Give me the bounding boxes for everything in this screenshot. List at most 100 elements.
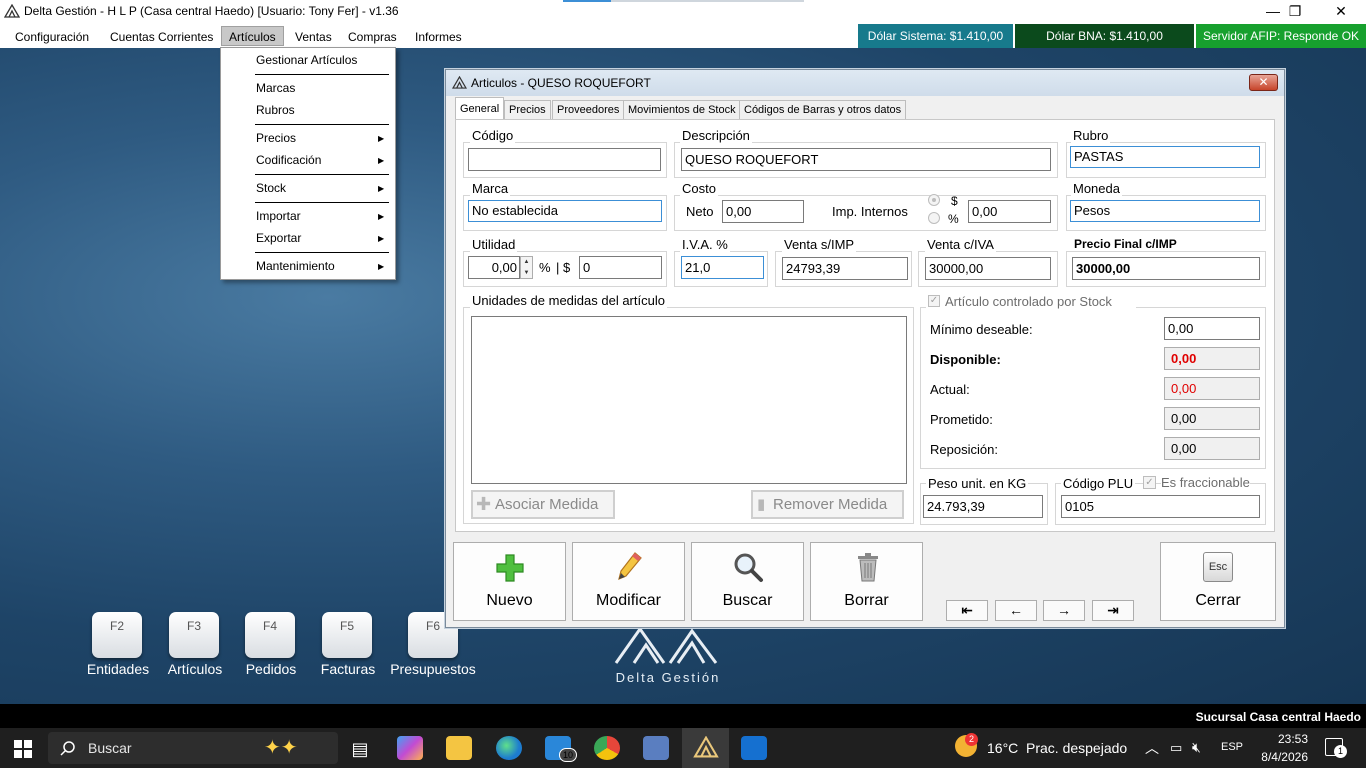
taskbar-search-box[interactable]: Buscar ✦✦ — [48, 732, 338, 764]
next-record-button[interactable]: → — [1043, 600, 1085, 621]
clock-date[interactable]: 8/4/2026 — [1245, 750, 1308, 764]
articulo-window-close-button[interactable]: ✕ — [1249, 74, 1278, 91]
menu-marcas[interactable]: Marcas — [256, 81, 295, 95]
search-icon — [60, 741, 75, 756]
imp-internos-input[interactable]: 0,00 — [968, 200, 1051, 223]
tab-proveedores[interactable]: Proveedores — [552, 100, 625, 119]
presupuestos-shortcut-label[interactable]: Presupuestos — [383, 661, 483, 677]
utilidad-amount-input[interactable]: 0 — [579, 256, 662, 279]
menu-mantenimiento[interactable]: Mantenimiento — [256, 259, 335, 273]
network-icon[interactable]: ▭ — [1170, 740, 1182, 756]
fraccionable-label: Es fraccionable — [1161, 475, 1250, 490]
remote-tools-icon[interactable] — [643, 736, 669, 760]
afip-status-badge[interactable]: Servidor AFIP: Responde OK — [1196, 24, 1366, 48]
notifications-icon[interactable]: 1 — [1325, 738, 1347, 758]
neto-input[interactable]: 0,00 — [722, 200, 804, 223]
menu-informes[interactable]: Informes — [408, 27, 469, 47]
plus-icon: ✚ — [476, 494, 492, 514]
menu-gestionar-articulos[interactable]: Gestionar Artículos — [256, 53, 357, 67]
menu-configuracion[interactable]: Configuración — [8, 27, 96, 47]
menu-ventas[interactable]: Ventas — [288, 27, 339, 47]
menu-rubros[interactable]: Rubros — [256, 103, 295, 117]
outlook-icon[interactable] — [741, 736, 767, 760]
menu-precios[interactable]: Precios — [256, 131, 296, 145]
tab-movimientos-stock[interactable]: Movimientos de Stock — [623, 100, 741, 119]
radio-imp-porcentaje[interactable] — [928, 212, 940, 224]
close-window-button[interactable]: ✕ — [1318, 0, 1364, 24]
prometido-label: Prometido: — [930, 412, 993, 427]
delta-gestion-taskbar-item[interactable] — [682, 728, 729, 768]
menu-cuentas-corrientes[interactable]: Cuentas Corrientes — [103, 27, 220, 47]
fraccionable-checkbox[interactable]: ✓ — [1143, 476, 1156, 489]
tab-general[interactable]: General — [455, 97, 505, 120]
chrome-browser-icon[interactable] — [594, 736, 620, 760]
app-title: Delta Gestión - H L P (Casa central Haed… — [24, 4, 399, 18]
dolar-sistema-badge[interactable]: Dólar Sistema: $1.410,00 — [858, 24, 1013, 48]
magnifier-icon — [734, 553, 763, 582]
clock-time[interactable]: 23:53 — [1252, 732, 1308, 746]
delta-gestion-logo — [614, 626, 718, 664]
plu-input[interactable]: 0105 — [1061, 495, 1260, 518]
peso-input[interactable]: 24.793,39 — [923, 495, 1043, 518]
f3-key[interactable]: F3 — [169, 612, 219, 658]
cerrar-button[interactable]: Esc Cerrar — [1160, 542, 1276, 621]
f4-key[interactable]: F4 — [245, 612, 295, 658]
tab-codigos-barras[interactable]: Códigos de Barras y otros datos — [739, 100, 907, 119]
language-indicator[interactable]: ESP — [1221, 741, 1243, 753]
asociar-medida-button[interactable]: ✚ Asociar Medida — [471, 490, 615, 519]
file-explorer-icon[interactable] — [446, 736, 472, 760]
task-view-icon[interactable]: ▤ — [347, 738, 373, 762]
reposicion-label: Reposición: — [930, 442, 998, 457]
tab-precios[interactable]: Precios — [504, 100, 551, 119]
venta-civa-input[interactable]: 30000,00 — [925, 257, 1051, 280]
minimo-input[interactable]: 0,00 — [1164, 317, 1260, 340]
menu-compras[interactable]: Compras — [341, 27, 404, 47]
copilot-icon[interactable] — [397, 736, 423, 760]
borrar-label: Borrar — [844, 592, 889, 609]
first-record-button[interactable]: ⇤ — [946, 600, 988, 621]
borrar-button[interactable]: Borrar — [810, 542, 923, 621]
iva-input[interactable]: 21,0 — [681, 256, 764, 279]
last-record-button[interactable]: ⇥ — [1092, 600, 1134, 621]
asociar-medida-label: Asociar Medida — [495, 496, 599, 513]
descripcion-input[interactable]: QUESO ROQUEFORT — [681, 148, 1051, 171]
f2-key[interactable]: F2 — [92, 612, 142, 658]
tray-chevron-icon[interactable]: ︿ — [1145, 738, 1159, 758]
precio-final-label: Precio Final c/IMP — [1072, 237, 1179, 251]
f5-key[interactable]: F5 — [322, 612, 372, 658]
maximize-button[interactable]: ❐ — [1272, 0, 1318, 24]
windows-start-icon[interactable] — [14, 740, 32, 758]
dolar-bna-badge[interactable]: Dólar BNA: $1.410,00 ($1.833,00) — [1015, 24, 1194, 67]
menu-separator — [255, 124, 389, 125]
cerrar-label: Cerrar — [1195, 592, 1241, 609]
radio-imp-pesos[interactable] — [928, 194, 940, 206]
reposicion-value: 0,00 — [1164, 437, 1260, 460]
remover-medida-button[interactable]: ▮ Remover Medida — [751, 490, 904, 519]
menu-codificacion[interactable]: Codificación — [256, 153, 321, 167]
utilidad-percent-input[interactable]: 0,00 — [468, 256, 520, 279]
speaker-muted-icon[interactable]: 🔇︎ — [1192, 739, 1201, 756]
weather-temperature[interactable]: 16°C — [987, 740, 1018, 756]
utilidad-spinner[interactable]: ▲ ▼ — [520, 256, 533, 279]
mail-icon[interactable]: 10 — [545, 736, 577, 762]
previous-record-button[interactable]: ← — [995, 600, 1037, 621]
buscar-button[interactable]: Buscar — [691, 542, 804, 621]
moneda-select[interactable]: Pesos — [1070, 200, 1260, 222]
menu-exportar[interactable]: Exportar — [256, 231, 301, 245]
weather-description[interactable]: Prac. despejado — [1026, 740, 1127, 756]
edge-browser-icon[interactable] — [496, 736, 522, 760]
rubro-select[interactable]: PASTAS — [1070, 146, 1260, 168]
menu-importar[interactable]: Importar — [256, 209, 301, 223]
unidades-list[interactable] — [471, 316, 907, 484]
venta-simp-input[interactable]: 24793,39 — [782, 257, 908, 280]
precio-final-input[interactable]: 30000,00 — [1072, 257, 1260, 280]
menu-articulos[interactable]: Artículos — [221, 26, 284, 46]
stock-controlled-checkbox[interactable]: ✓ — [928, 295, 940, 307]
menu-stock[interactable]: Stock — [256, 181, 286, 195]
branch-status-bar: Sucursal Casa central Haedo — [0, 704, 1366, 728]
nuevo-button[interactable]: Nuevo — [453, 542, 566, 621]
modificar-button[interactable]: Modificar — [572, 542, 685, 621]
codigo-input[interactable] — [468, 148, 661, 171]
marca-select[interactable]: No establecida — [468, 200, 662, 222]
venta-simp-label: Venta s/IMP — [782, 237, 857, 252]
